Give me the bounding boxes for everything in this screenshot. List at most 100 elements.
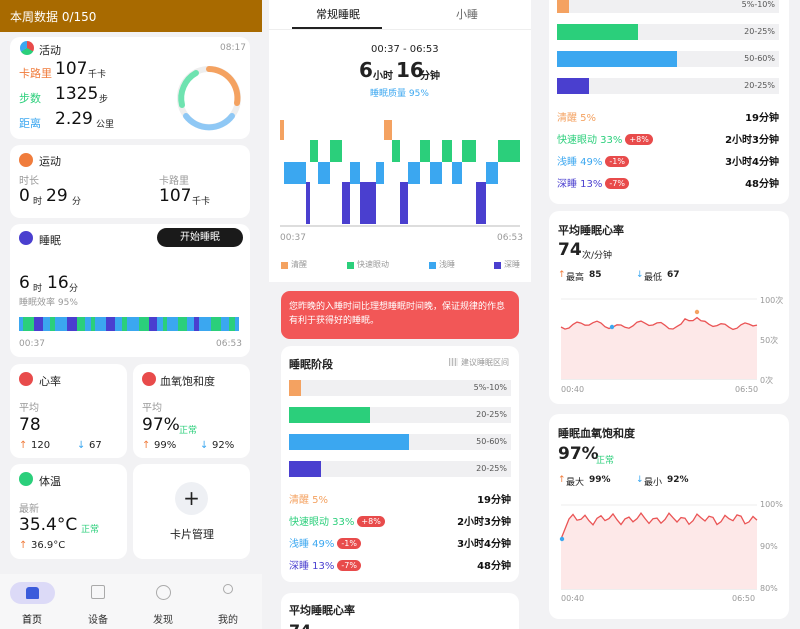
plus-icon[interactable]: +: [175, 482, 208, 515]
mini-bar-segment: [163, 317, 167, 331]
stage-bar-fill: [557, 24, 638, 40]
hr-ytick-50: 50次: [760, 336, 779, 345]
duration-hours: 0: [19, 186, 30, 206]
spo2-detail-value: 97%: [558, 444, 599, 464]
calorie-value: 107: [55, 59, 88, 79]
nav-device[interactable]: 设备: [76, 578, 121, 626]
spo2-ytick-100: 100%: [760, 500, 783, 509]
spo2-max-value: 99%: [589, 475, 611, 485]
heart-avg-value: 78: [19, 415, 41, 435]
tab-divider: [269, 29, 531, 30]
stage-row: 深睡 13% -7% 48分钟: [557, 175, 779, 193]
detail-minutes-unit: 分钟: [420, 71, 440, 82]
stage-bar-fill: [289, 434, 409, 450]
spo2-avg-value: 97%: [142, 415, 180, 435]
mini-bar-segment: [106, 317, 115, 331]
hr-end: 06:50: [735, 385, 759, 394]
legend-deep-swatch: [494, 262, 501, 269]
hypno-segment: [294, 162, 306, 184]
stage-range: 5%-10%: [473, 383, 507, 392]
heart-min: 67: [89, 440, 102, 451]
stage-row: 清醒 5% 19分钟: [557, 109, 779, 127]
temp-max: 36.9°C: [31, 540, 66, 551]
stage-range: 5%-10%: [741, 0, 775, 9]
legend-awake: 清醒: [291, 260, 307, 269]
legend-light-swatch: [429, 262, 436, 269]
temp-title: 体温: [39, 475, 61, 488]
hypno-segment: [476, 182, 486, 224]
hypno-segment: [350, 162, 360, 184]
stage-row: 深睡 13% -7% 48分钟: [289, 557, 511, 575]
spo2-end: 06:50: [732, 594, 756, 603]
duration-hours-unit: 时: [33, 197, 43, 207]
stage-duration: 48分钟: [477, 561, 511, 572]
start-sleep-button[interactable]: 开始睡眠: [157, 228, 243, 247]
tab-nap[interactable]: 小睡: [456, 6, 478, 22]
stage-change-badge: +8%: [625, 134, 653, 145]
hr-line-chart: [560, 298, 758, 380]
hypno-segment: [330, 140, 342, 162]
mini-bar-segment: [85, 317, 91, 331]
mini-bar-segment: [127, 317, 139, 331]
hypno-segment: [318, 162, 330, 184]
exercise-cal-label: 卡路里: [159, 176, 189, 187]
hr-max-marker: [694, 309, 700, 315]
nav-home[interactable]: 首页: [10, 578, 55, 626]
stage-bar-fill: [557, 0, 570, 13]
tab-regular-sleep[interactable]: 常规睡眠: [316, 6, 360, 22]
nav-discover[interactable]: 发现: [141, 578, 186, 626]
activity-card[interactable]: 活动 08:17 卡路里 107 千卡 步数 1325 步 距离 2.29 公里: [10, 37, 250, 139]
stage-bar-track: 20-25%: [557, 24, 779, 40]
activity-rings: [177, 66, 241, 131]
sleep-stages-card: 睡眠阶段 建议睡眠区间 5%-10% 20-25% 50-60% 20-25% 清醒 …: [281, 346, 519, 582]
sleep-card[interactable]: 睡眠 开始睡眠 6 时 16 分 睡眠效率 95% 00:37 06:53: [10, 224, 250, 357]
stage-range: 20-25%: [744, 81, 775, 90]
spo2-avg-label: 平均: [142, 403, 162, 414]
suggest-label: 建议睡眠区间: [461, 358, 509, 367]
stage-duration: 3小时4分钟: [457, 539, 511, 550]
weekly-data-label: 本周数据 0/150: [10, 10, 97, 24]
steps-value: 1325: [55, 84, 99, 104]
sleep-mini-bar: [19, 317, 239, 331]
stage-range: 20-25%: [744, 27, 775, 36]
card-manage-card[interactable]: + 卡片管理: [133, 464, 250, 559]
mini-bar-segment: [23, 317, 34, 331]
spo2-line-chart: [559, 504, 758, 590]
hr-start: 00:40: [561, 385, 585, 394]
spo2-min: 92%: [212, 440, 235, 451]
hypno-segment: [392, 140, 400, 162]
steps-label: 步数: [19, 92, 41, 105]
suggest-icon: [449, 358, 458, 366]
person-icon: [223, 584, 233, 594]
home-screen: 本周数据 0/150 活动 08:17 卡路里 107 千卡 步数 1325 步…: [0, 0, 262, 629]
nav-mine[interactable]: 我的: [206, 578, 251, 626]
mini-bar-segment: [221, 317, 229, 331]
mini-bar-segment: [199, 317, 211, 331]
spo2-card[interactable]: 血氧饱和度 平均 97% 正常 ↑ 99% ↓ 92%: [133, 364, 250, 458]
mini-bar-segment: [194, 317, 199, 331]
stage-bar-fill: [289, 380, 302, 396]
stage-bar-fill: [557, 78, 589, 94]
exercise-card[interactable]: 运动 时长 0 时 29 分 卡路里 107 千卡: [10, 145, 250, 218]
hr-min-arrow: ↓: [636, 270, 644, 280]
stage-bar-track: 20-25%: [289, 407, 511, 423]
running-icon: [19, 153, 33, 167]
bottom-nav: 首页 设备 发现 我的: [0, 574, 262, 629]
card-manage-label: 卡片管理: [170, 528, 214, 541]
temp-latest-label: 最新: [19, 504, 39, 515]
spo2-max-arrow: ↑: [142, 440, 151, 451]
hypno-segment: [310, 140, 318, 162]
mini-bar-segment: [34, 317, 43, 331]
activity-ring-icon: [20, 41, 34, 55]
distance-label: 距离: [19, 117, 41, 130]
stage-name: 浅睡 49%: [557, 157, 603, 168]
heart-max: 120: [31, 440, 51, 451]
hypnogram-chart: [280, 120, 520, 227]
steps-unit: 步: [99, 95, 109, 105]
stage-row: 浅睡 49% -1% 3小时4分钟: [557, 153, 779, 171]
heart-icon: [19, 372, 33, 386]
heart-rate-card[interactable]: 心率 平均 78 ↑ 120 ↓ 67: [10, 364, 127, 458]
thermometer-icon: [19, 472, 33, 486]
stage-change-badge: -7%: [337, 560, 361, 571]
temperature-card[interactable]: 体温 最新 35.4°C 正常 ↑ 36.9°C: [10, 464, 127, 559]
